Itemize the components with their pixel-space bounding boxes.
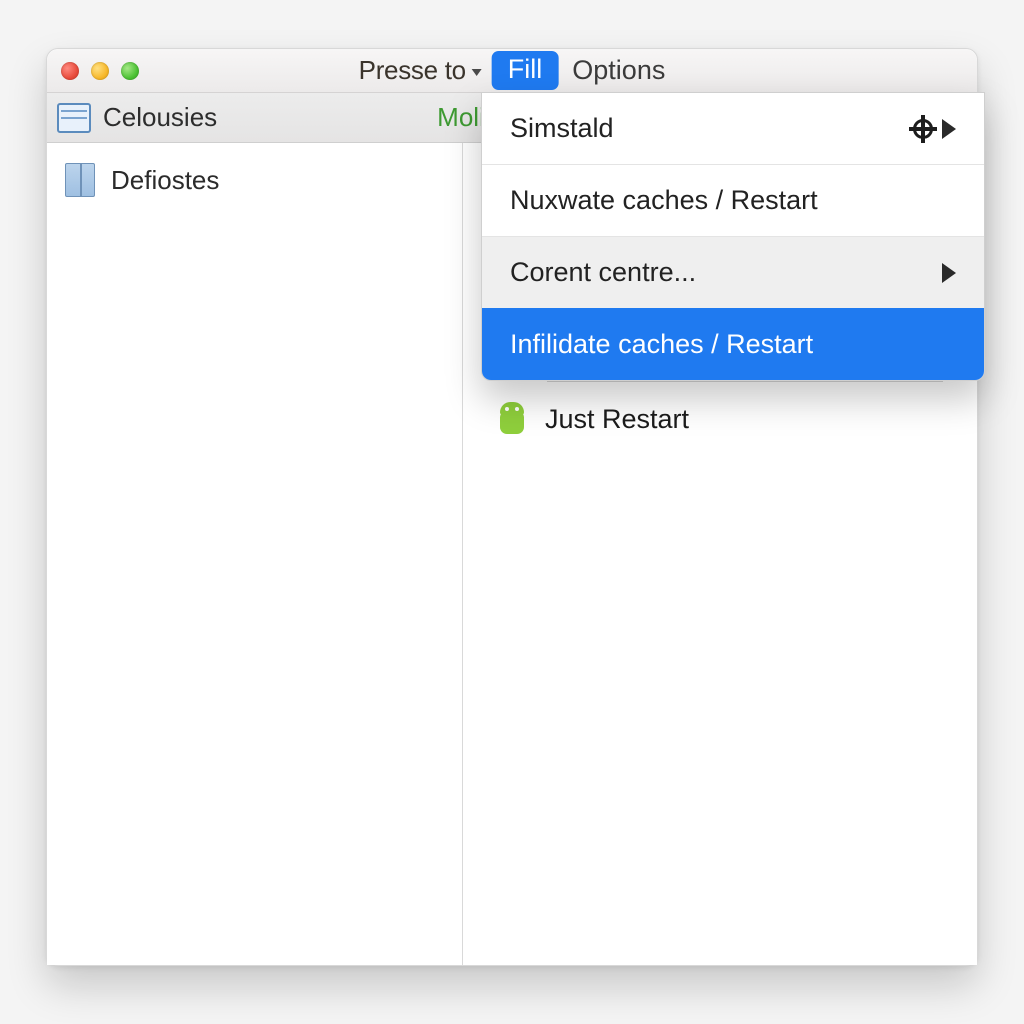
menu-item-simstald[interactable]: Simstald — [482, 93, 984, 164]
menu-options[interactable]: Options — [572, 55, 665, 86]
menu-item-label: Nuxwate caches / Restart — [510, 185, 818, 216]
titlebar: Presse to Fill Options — [47, 49, 977, 93]
door-icon — [65, 163, 95, 197]
menu-item-trailing — [912, 118, 956, 140]
panel-icon — [57, 103, 91, 133]
toolbar-label: Celousies — [103, 102, 217, 133]
menu-item-infilidate-caches-restart[interactable]: Infilidate caches / Restart — [482, 308, 984, 380]
android-icon — [497, 402, 527, 436]
menu-item-label: Infilidate caches / Restart — [510, 329, 813, 360]
sidebar-item-label: Defiostes — [111, 165, 219, 196]
window-minimize-button[interactable] — [91, 62, 109, 80]
title-left-text: Presse to — [359, 55, 466, 86]
app-window: Presse to Fill Options Celousies Moli in… — [46, 48, 978, 966]
window-close-button[interactable] — [61, 62, 79, 80]
menu-fill[interactable]: Fill — [492, 51, 559, 90]
menu-item-label: Corent centre... — [510, 257, 696, 288]
toolbar-item-celousies[interactable]: Celousies — [57, 102, 217, 133]
menu-item-nuxwate-caches-restart[interactable]: Nuxwate caches / Restart — [482, 164, 984, 236]
submenu-arrow-icon — [942, 263, 956, 283]
window-maximize-button[interactable] — [121, 62, 139, 80]
menu-item-label: Simstald — [510, 113, 614, 144]
title-dropdown-caret-icon[interactable] — [472, 69, 482, 76]
title-center: Presse to Fill Options — [359, 51, 666, 90]
traffic-lights — [61, 62, 139, 80]
crosshair-icon — [912, 118, 934, 140]
submenu-arrow-icon — [942, 119, 956, 139]
menu-item-corent-centre[interactable]: Corent centre... — [482, 236, 984, 308]
content-row-label: Just Restart — [545, 404, 689, 435]
sidebar-item-defiostes[interactable]: Defiostes — [47, 153, 462, 207]
fill-dropdown-menu: Simstald Nuxwate caches / Restart Corent… — [481, 92, 985, 381]
sidebar: Defiostes — [47, 143, 463, 965]
divider — [547, 381, 943, 382]
content-row-just-restart[interactable]: Just Restart — [497, 388, 943, 450]
